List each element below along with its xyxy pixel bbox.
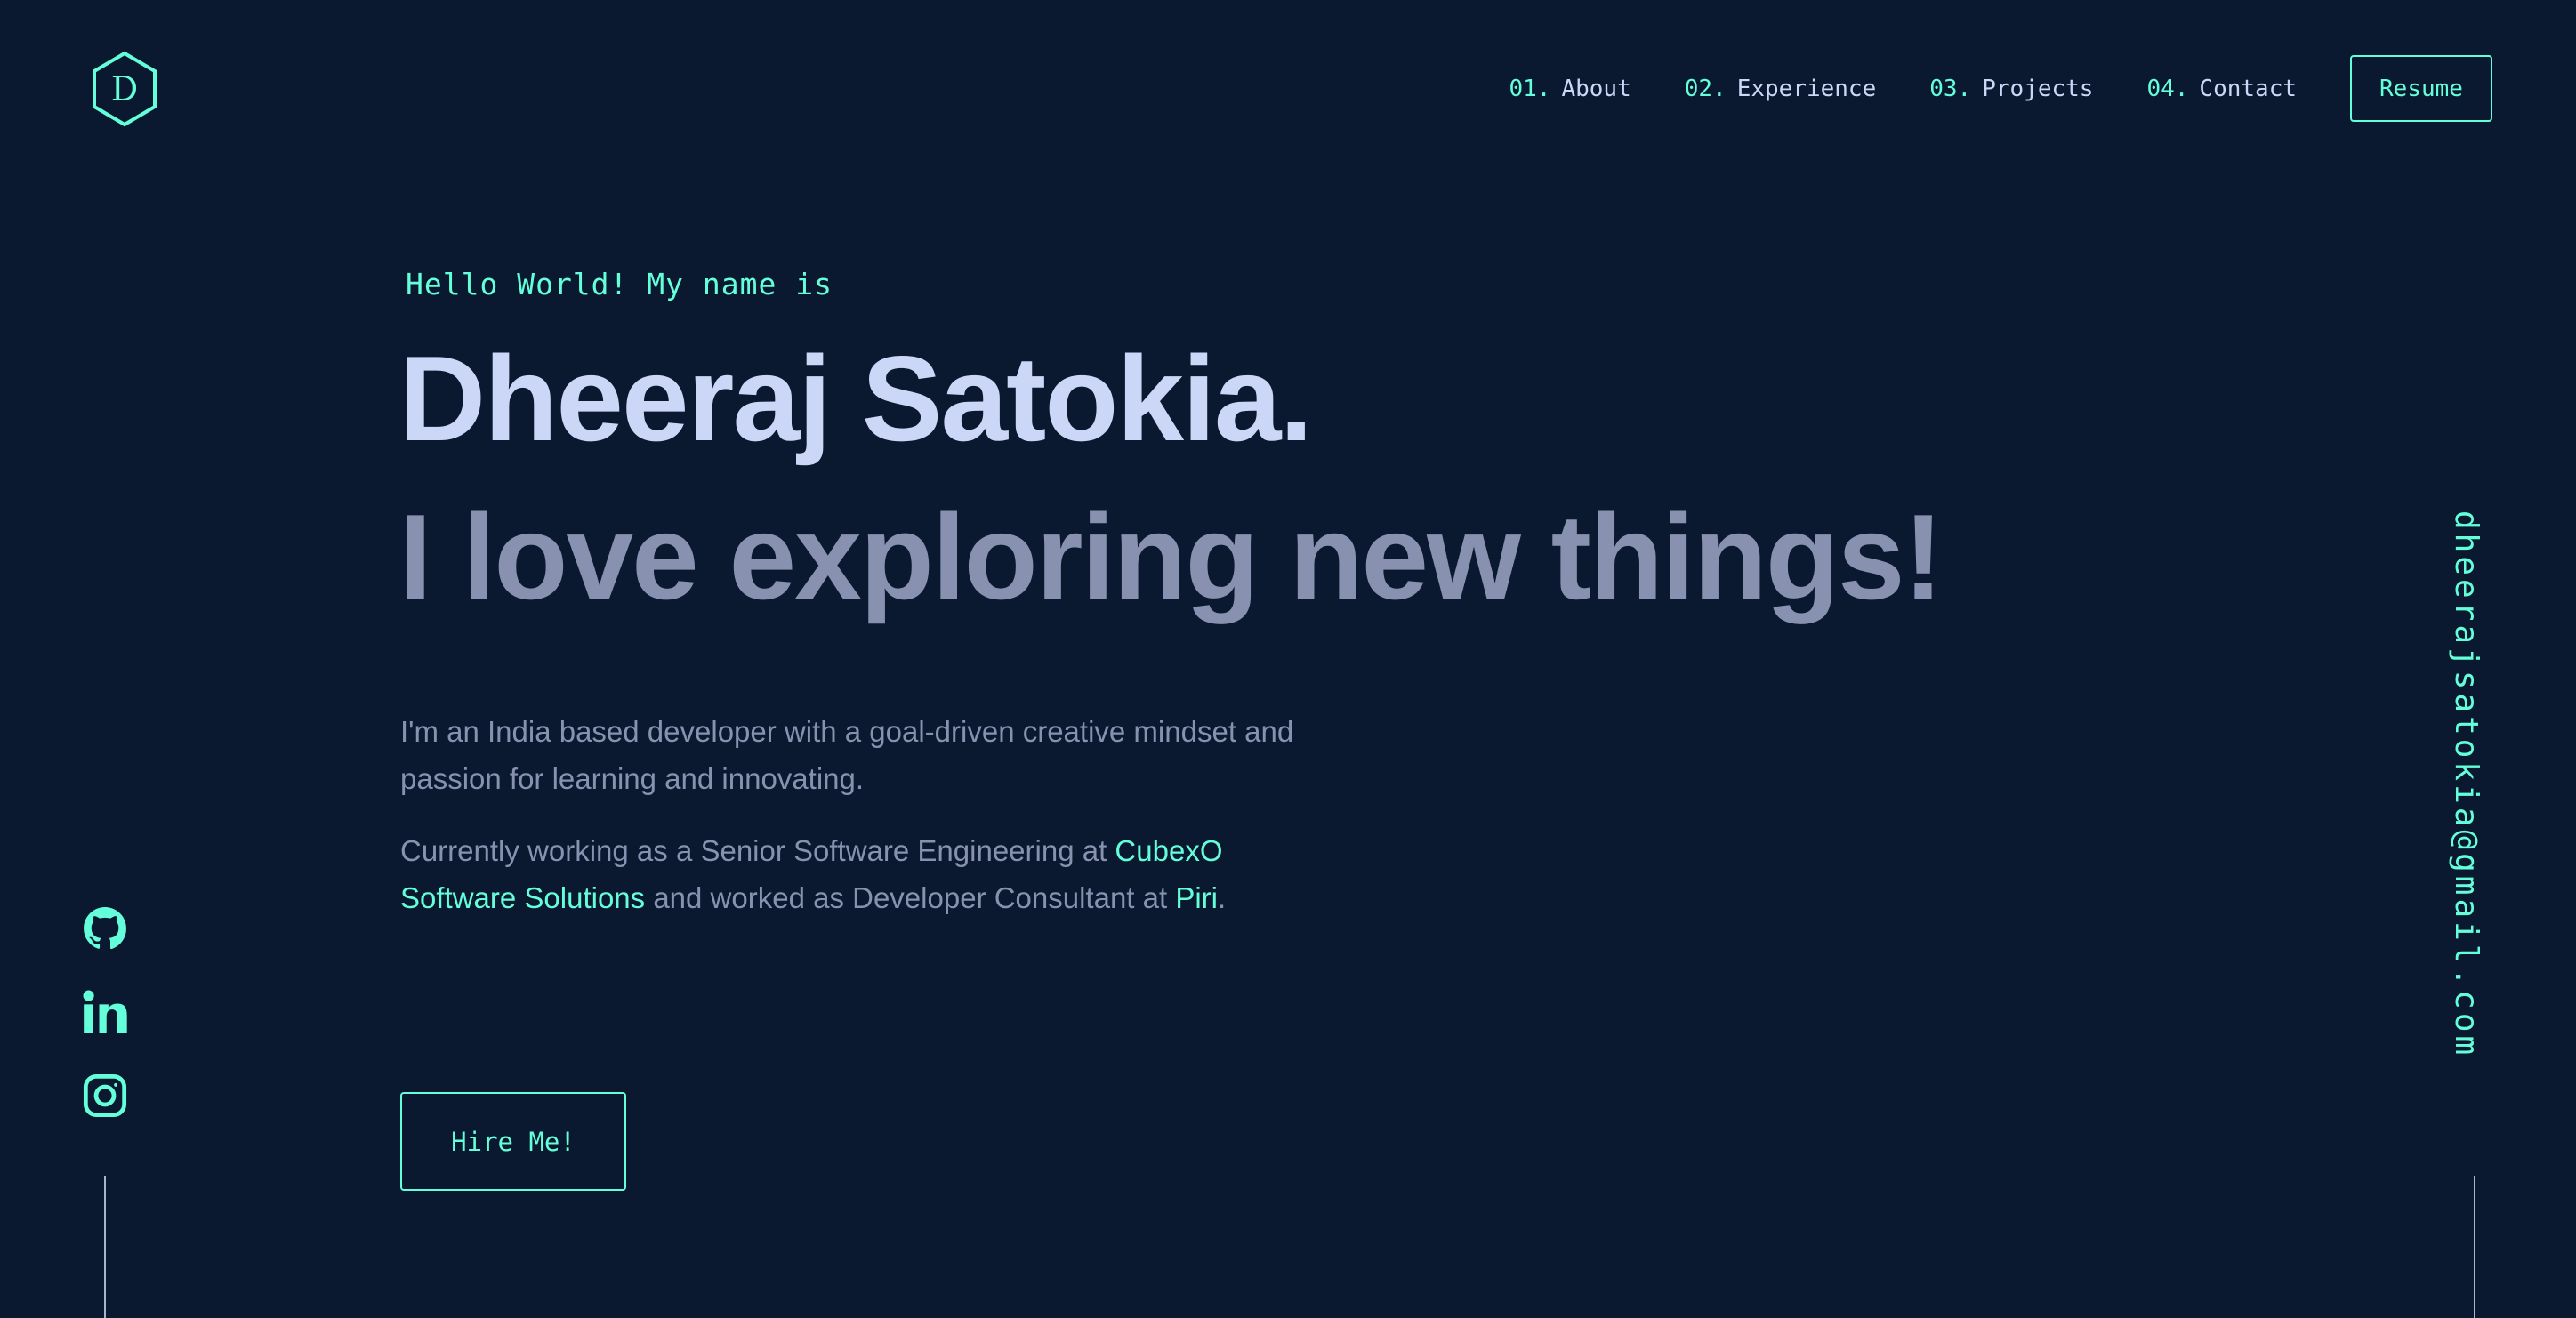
left-divider-line	[104, 1176, 106, 1318]
nav-label: Experience	[1736, 75, 1877, 102]
hire-me-button[interactable]: Hire Me!	[400, 1092, 626, 1191]
para2-middle: and worked as Developer Consultant at	[645, 881, 1176, 914]
para2-suffix: .	[1218, 881, 1227, 914]
para2-prefix: Currently working as a Senior Software E…	[400, 834, 1115, 867]
instagram-icon[interactable]	[82, 1073, 128, 1119]
hero-tagline: I love exploring new things!	[398, 489, 1944, 624]
nav-number: 01.	[1509, 75, 1551, 102]
hero-intro: Hello World! My name is	[406, 267, 833, 301]
nav-number: 02.	[1684, 75, 1727, 102]
nav-number: 03.	[1929, 75, 1972, 102]
resume-button[interactable]: Resume	[2350, 55, 2492, 122]
logo[interactable]: D	[89, 50, 160, 128]
hero-description: I'm an India based developer with a goal…	[400, 708, 1316, 946]
top-nav: 01. About 02. Experience 03. Projects 04…	[1509, 54, 2492, 123]
nav-item-experience[interactable]: 02. Experience	[1685, 76, 1877, 102]
description-paragraph-2: Currently working as a Senior Software E…	[400, 827, 1316, 921]
logo-letter: D	[111, 69, 138, 108]
email-link[interactable]: dheerajsatokia@gmail.com	[2448, 510, 2484, 1058]
github-icon[interactable]	[82, 905, 128, 952]
nav-item-contact[interactable]: 04. Contact	[2146, 76, 2297, 102]
nav-item-projects[interactable]: 03. Projects	[1929, 76, 2093, 102]
nav-label: Projects	[1982, 75, 2094, 102]
nav-label: Contact	[2199, 75, 2297, 102]
linkedin-icon[interactable]	[82, 989, 128, 1035]
hero-name: Dheeraj Satokia.	[398, 331, 1313, 466]
nav-number: 04.	[2146, 75, 2189, 102]
right-divider-line	[2474, 1176, 2475, 1318]
nav-label: About	[1561, 75, 1631, 102]
previous-company-link[interactable]: Piri	[1175, 881, 1218, 914]
hexagon-logo-icon: D	[93, 51, 157, 127]
description-paragraph-1: I'm an India based developer with a goal…	[400, 715, 1294, 795]
social-links	[80, 905, 130, 1156]
nav-item-about[interactable]: 01. About	[1509, 76, 1630, 102]
